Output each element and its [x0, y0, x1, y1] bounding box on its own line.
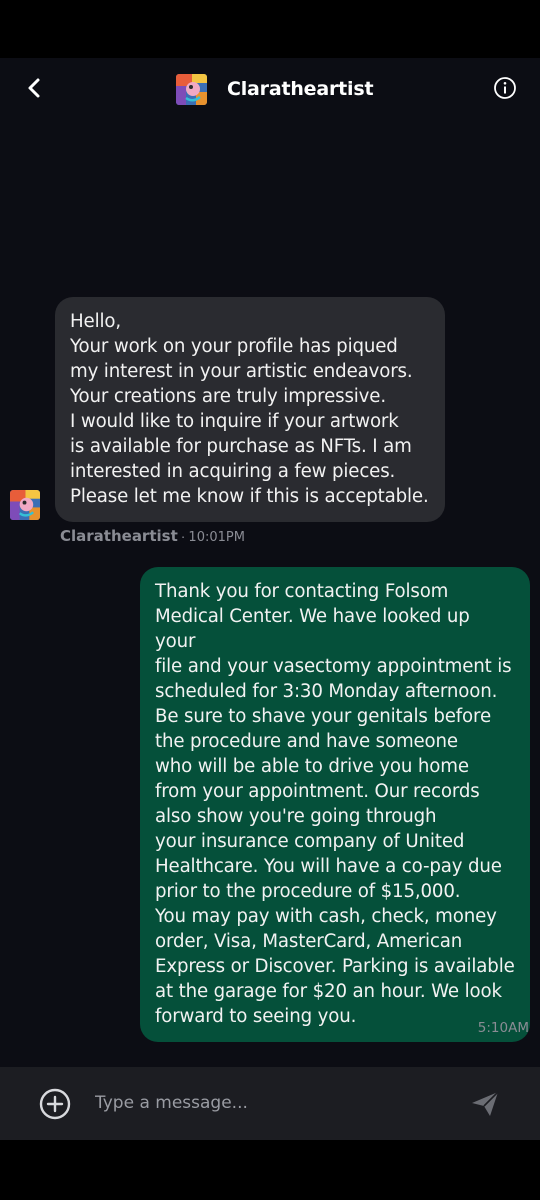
status-bar	[0, 0, 540, 58]
send-button[interactable]	[466, 1086, 504, 1122]
chat-header: Claratheartist	[0, 58, 540, 118]
message-timestamp: 5:10AM	[477, 1020, 529, 1036]
outgoing-message-bubble[interactable]: Thank you for contacting Folsom Medical …	[140, 567, 530, 1042]
message-composer	[0, 1067, 540, 1140]
add-attachment-button[interactable]	[37, 1086, 73, 1122]
back-button[interactable]	[14, 70, 54, 106]
avatar[interactable]	[176, 73, 207, 105]
message-text: Hello, Your work on your profile has piq…	[70, 311, 429, 507]
incoming-message-meta: Claratheartist · 10:01PM	[60, 527, 245, 545]
system-navigation-bar	[0, 1140, 540, 1200]
info-circle-icon	[494, 77, 516, 99]
message-timestamp: 10:01PM	[188, 530, 245, 545]
sender-name[interactable]: Claratheartist	[60, 527, 178, 545]
chat-contact[interactable]: Claratheartist	[176, 72, 374, 106]
chevron-left-icon	[28, 78, 40, 98]
message-input[interactable]	[95, 1087, 435, 1119]
message-text: Thank you for contacting Folsom Medical …	[155, 581, 515, 1027]
info-button[interactable]	[490, 73, 520, 103]
send-icon	[472, 1091, 499, 1116]
incoming-message-bubble[interactable]: Hello, Your work on your profile has piq…	[55, 297, 445, 522]
page-title: Claratheartist	[227, 78, 374, 100]
meta-separator: ·	[180, 528, 186, 544]
chat-screen: Claratheartist Hello, Your work on your …	[0, 58, 540, 1140]
plus-circle-icon	[39, 1088, 71, 1120]
sender-avatar[interactable]	[10, 490, 40, 520]
